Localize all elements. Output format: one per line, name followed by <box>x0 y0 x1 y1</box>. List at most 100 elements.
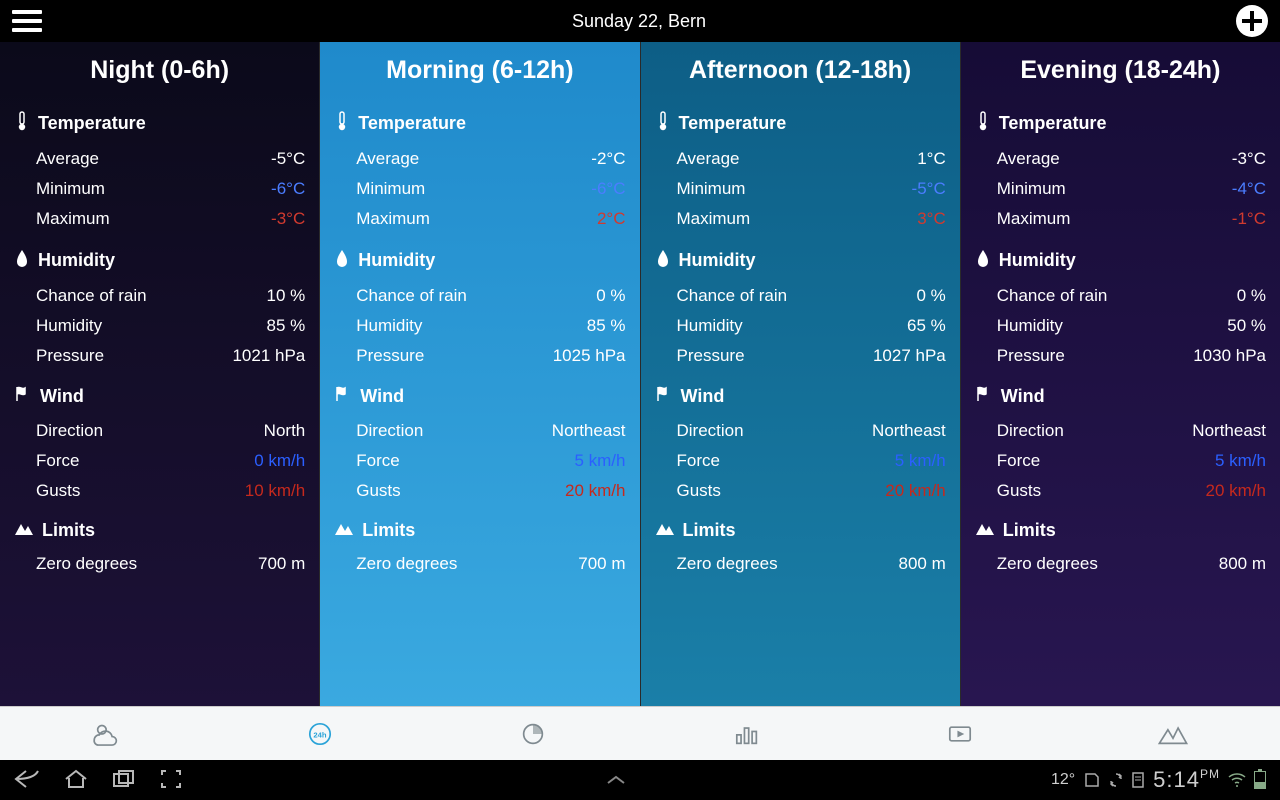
column-morning: Morning (6-12h)TemperatureAverage-2°CMin… <box>319 42 640 706</box>
row-average: Average-3°C <box>975 144 1266 174</box>
row-force: Force5 km/h <box>975 446 1266 476</box>
section-wind: Wind <box>14 385 305 408</box>
row-minimum: Minimum-5°C <box>655 174 946 204</box>
row-chance-rain: Chance of rain0 % <box>655 281 946 311</box>
back-icon <box>14 769 40 789</box>
barchart-icon <box>730 720 764 748</box>
row-humidity: Humidity65 % <box>655 311 946 341</box>
svg-text:24h: 24h <box>313 730 326 739</box>
column-title: Morning (6-12h) <box>334 56 625 85</box>
row-pressure: Pressure1027 hPa <box>655 341 946 371</box>
row-pressure: Pressure1025 hPa <box>334 341 625 371</box>
droplet-icon <box>975 248 991 273</box>
section-temperature: Temperature <box>14 111 305 136</box>
menu-button[interactable] <box>12 10 42 32</box>
row-direction: DirectionNortheast <box>334 416 625 446</box>
home-button[interactable] <box>64 769 88 792</box>
daypart-grid: Night (0-6h)TemperatureAverage-5°CMinimu… <box>0 42 1280 706</box>
section-limits: Limits <box>975 520 1266 541</box>
row-force: Force5 km/h <box>655 446 946 476</box>
row-minimum: Minimum-6°C <box>334 174 625 204</box>
status-tray[interactable]: 12° 5:14PM <box>1051 767 1266 793</box>
row-gusts: Gusts20 km/h <box>655 476 946 506</box>
row-zero-degrees: Zero degrees800 m <box>655 549 946 579</box>
row-humidity: Humidity50 % <box>975 311 1266 341</box>
row-average: Average-5°C <box>14 144 305 174</box>
recent-icon <box>112 769 136 789</box>
flag-icon <box>334 385 352 408</box>
back-button[interactable] <box>14 769 40 792</box>
row-chance-rain: Chance of rain0 % <box>975 281 1266 311</box>
chevron-up-icon <box>604 773 628 787</box>
tab-video[interactable] <box>853 707 1066 760</box>
droplet-icon <box>14 248 30 273</box>
row-maximum: Maximum2°C <box>334 204 625 234</box>
row-pressure: Pressure1030 hPa <box>975 341 1266 371</box>
row-direction: DirectionNortheast <box>975 416 1266 446</box>
row-pressure: Pressure1021 hPa <box>14 341 305 371</box>
mountain-icon <box>975 520 995 541</box>
system-navbar: 12° 5:14PM <box>0 760 1280 800</box>
section-wind: Wind <box>655 385 946 408</box>
row-direction: DirectionNortheast <box>655 416 946 446</box>
expand-handle[interactable] <box>604 767 628 793</box>
battery-icon <box>1254 771 1266 789</box>
flag-icon <box>975 385 993 408</box>
thermometer-icon <box>975 111 991 136</box>
row-direction: DirectionNorth <box>14 416 305 446</box>
section-humidity: Humidity <box>334 248 625 273</box>
mountain-icon <box>334 520 354 541</box>
row-gusts: Gusts10 km/h <box>14 476 305 506</box>
section-temperature: Temperature <box>975 111 1266 136</box>
row-force: Force5 km/h <box>334 446 625 476</box>
recent-apps-button[interactable] <box>112 769 136 792</box>
section-humidity: Humidity <box>975 248 1266 273</box>
page-title: Sunday 22, Bern <box>572 11 706 32</box>
section-temperature: Temperature <box>655 111 946 136</box>
tab-mountains[interactable] <box>1067 707 1280 760</box>
row-minimum: Minimum-6°C <box>14 174 305 204</box>
column-evening: Evening (18-24h)TemperatureAverage-3°CMi… <box>960 42 1280 706</box>
row-average: Average1°C <box>655 144 946 174</box>
column-night: Night (0-6h) Temperature Average-5°CMinimu… <box>0 42 319 706</box>
mountain-icon <box>655 520 675 541</box>
section-limits: Limits <box>655 520 946 541</box>
thermometer-icon <box>655 111 671 136</box>
row-average: Average-2°C <box>334 144 625 174</box>
section-wind: Wind <box>334 385 625 408</box>
section-humidity: Humidity <box>655 248 946 273</box>
pie-icon <box>516 720 550 748</box>
tab-24h[interactable]: 24h <box>213 707 426 760</box>
sdcard-icon <box>1083 772 1101 788</box>
row-chance-rain: Chance of rain0 % <box>334 281 625 311</box>
thermometer-icon <box>334 111 350 136</box>
row-maximum: Maximum-1°C <box>975 204 1266 234</box>
row-force: Force0 km/h <box>14 446 305 476</box>
bottom-tabs: 24h <box>0 706 1280 760</box>
screenshot-button[interactable] <box>160 769 182 792</box>
column-title: Night (0-6h) <box>14 56 305 85</box>
section-limits: Limits <box>334 520 625 541</box>
mountain-icon <box>14 520 34 541</box>
row-maximum: Maximum3°C <box>655 204 946 234</box>
column-afternoon: Afternoon (12-18h)TemperatureAverage1°CM… <box>641 42 960 706</box>
add-location-button[interactable] <box>1236 5 1268 37</box>
sync-icon <box>1109 772 1123 788</box>
doc-icon <box>1131 772 1145 788</box>
row-zero-degrees: Zero degrees700 m <box>14 549 305 579</box>
droplet-icon <box>655 248 671 273</box>
tab-bars[interactable] <box>640 707 853 760</box>
row-gusts: Gusts20 km/h <box>334 476 625 506</box>
flag-icon <box>14 385 32 408</box>
tab-forecast[interactable] <box>0 707 213 760</box>
status-clock: 5:14PM <box>1153 767 1220 793</box>
row-humidity: Humidity85 % <box>334 311 625 341</box>
row-zero-degrees: Zero degrees700 m <box>334 549 625 579</box>
section-limits: Limits <box>14 520 305 541</box>
droplet-icon <box>334 248 350 273</box>
tab-pie[interactable] <box>427 707 640 760</box>
row-gusts: Gusts20 km/h <box>975 476 1266 506</box>
plus-icon <box>1242 11 1262 31</box>
column-title: Afternoon (12-18h) <box>655 56 946 85</box>
column-title: Evening (18-24h) <box>975 56 1266 85</box>
